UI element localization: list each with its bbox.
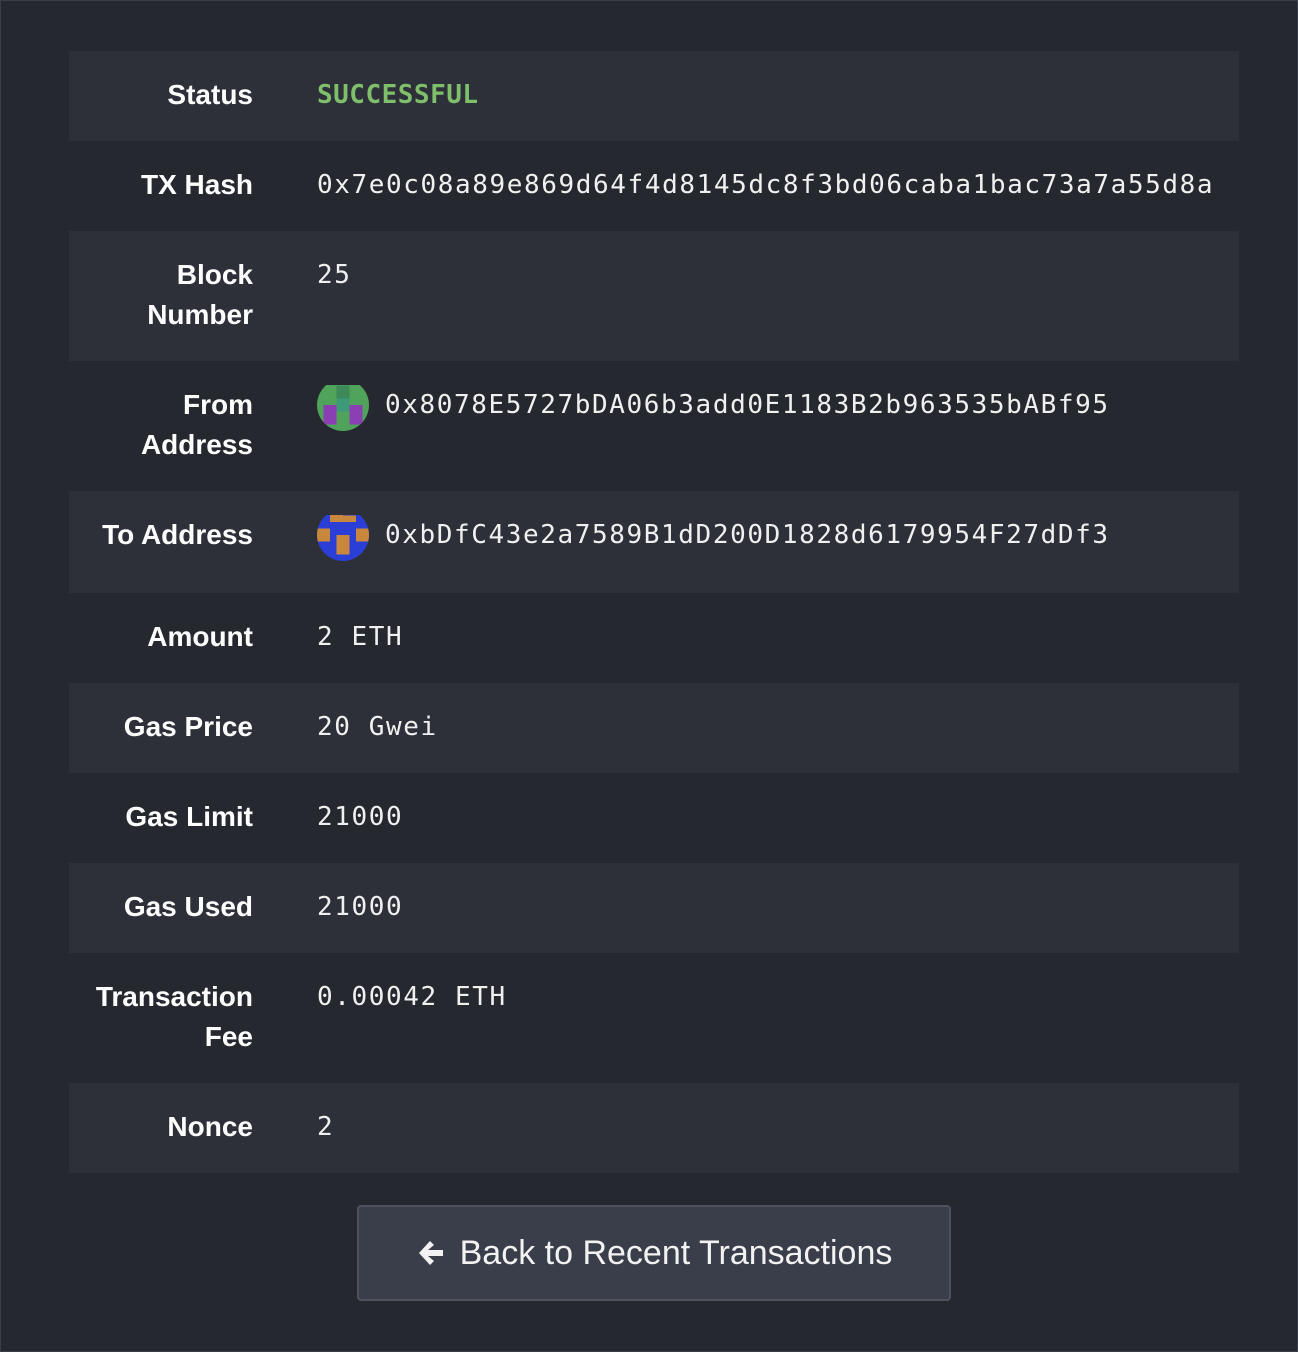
- block-number-value[interactable]: 25: [317, 255, 1239, 295]
- status-value: SUCCESSFUL: [317, 80, 479, 110]
- amount-value: 2 ETH: [317, 622, 404, 652]
- from-address-text[interactable]: 0x8078E5727bDA06b3add0E1183B2b963535bABf…: [385, 385, 1110, 425]
- row-tx-hash: TX Hash 0x7e0c08a89e869d64f4d8145dc8f3bd…: [69, 141, 1239, 231]
- row-gas-limit: Gas Limit 21000: [69, 773, 1239, 863]
- row-block-number: Block Number 25: [69, 231, 1239, 361]
- gas-used-value: 21000: [317, 892, 404, 922]
- status-label: Status: [167, 79, 253, 110]
- transaction-details-panel: Status SUCCESSFUL TX Hash 0x7e0c08a89e86…: [0, 0, 1298, 1352]
- row-from-address: From Address 0x8078E5727bDA06b3add0E1183…: [69, 361, 1239, 491]
- to-address-avatar: [317, 515, 369, 561]
- amount-label: Amount: [147, 621, 253, 652]
- row-to-address: To Address 0xbDfC43e2a7589B1dD200D1828d6…: [69, 491, 1239, 593]
- nonce-label: Nonce: [167, 1111, 253, 1142]
- from-address-avatar: [317, 385, 369, 431]
- transaction-fee-value: 0.00042 ETH: [317, 982, 507, 1012]
- block-number-label: Block Number: [147, 259, 253, 330]
- gas-limit-value: 21000: [317, 802, 404, 832]
- from-address-label: From Address: [140, 389, 253, 460]
- from-address-value-wrap: 0x8078E5727bDA06b3add0E1183B2b963535bABf…: [317, 385, 1239, 431]
- tx-hash-label: TX Hash: [140, 169, 253, 200]
- to-address-label: To Address: [102, 519, 253, 550]
- to-address-value-wrap: 0xbDfC43e2a7589B1dD200D1828d6179954F27dD…: [317, 515, 1239, 561]
- gas-price-label: Gas Price: [123, 711, 253, 742]
- tx-hash-value[interactable]: 0x7e0c08a89e869d64f4d8145dc8f3bd06caba1b…: [317, 165, 1239, 205]
- row-transaction-fee: Transaction Fee 0.00042 ETH: [69, 953, 1239, 1083]
- gas-price-value: 20 Gwei: [317, 712, 438, 742]
- back-to-recent-transactions-button[interactable]: Back to Recent Transactions: [357, 1205, 951, 1301]
- row-status: Status SUCCESSFUL: [69, 51, 1239, 141]
- gas-used-label: Gas Used: [123, 891, 253, 922]
- gas-limit-label: Gas Limit: [125, 801, 253, 832]
- row-nonce: Nonce 2: [69, 1083, 1239, 1173]
- to-address-text[interactable]: 0xbDfC43e2a7589B1dD200D1828d6179954F27dD…: [385, 515, 1110, 555]
- row-gas-price: Gas Price 20 Gwei: [69, 683, 1239, 773]
- transaction-details-table: Status SUCCESSFUL TX Hash 0x7e0c08a89e86…: [69, 51, 1239, 1173]
- nonce-value: 2: [317, 1112, 335, 1142]
- transaction-fee-label: Transaction Fee: [95, 981, 253, 1052]
- row-amount: Amount 2 ETH: [69, 593, 1239, 683]
- back-button-label: Back to Recent Transactions: [459, 1233, 893, 1272]
- arrow-left-icon: [416, 1239, 446, 1267]
- row-gas-used: Gas Used 21000: [69, 863, 1239, 953]
